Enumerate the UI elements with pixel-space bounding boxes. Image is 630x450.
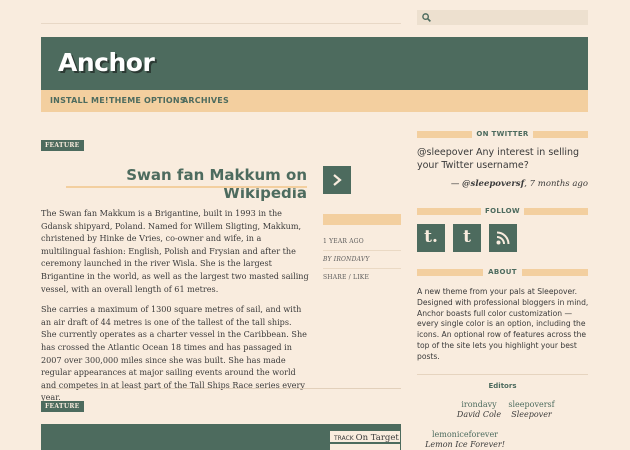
- post-date[interactable]: 1 YEAR AGO: [323, 238, 364, 245]
- tweet-attribution: — @sleepoversf, 7 months ago: [450, 179, 588, 189]
- feature-badge: FEATURE: [41, 401, 84, 412]
- post-author[interactable]: By IRONDAVY: [323, 256, 370, 263]
- post-body: The Swan fan Makkum is a Brigantine, bui…: [41, 207, 309, 412]
- share-like[interactable]: SHARE / LIKE: [323, 274, 369, 281]
- main-nav: INSTALL ME! THEME OPTIONS ARCHIVES: [41, 90, 588, 112]
- site-header: Anchor: [41, 37, 588, 90]
- twitter-icon[interactable]: t: [453, 224, 481, 252]
- sidebar-divider: [417, 374, 588, 375]
- nav-install[interactable]: INSTALL ME!: [50, 96, 109, 105]
- rss-icon[interactable]: [489, 224, 517, 252]
- post-paragraph: The Swan fan Makkum is a Brigantine, bui…: [41, 208, 309, 294]
- track-title: TRACK On Target: [329, 430, 401, 443]
- tweet-handle[interactable]: @sleepoversf: [462, 179, 524, 189]
- post-divider: [41, 388, 401, 389]
- editor-username[interactable]: sleepoversf: [499, 400, 564, 410]
- about-text: A new theme from your pals at Sleepover.…: [417, 287, 589, 361]
- nav-theme-options[interactable]: THEME OPTIONS: [109, 96, 186, 105]
- twitter-heading: ON TWITTER: [417, 130, 588, 139]
- feature-badge: FEATURE: [41, 140, 84, 151]
- track-name[interactable]: On Target: [356, 433, 399, 443]
- meta-divider: [323, 268, 401, 269]
- follow-heading: FOLLOW: [417, 207, 588, 216]
- editor-item[interactable]: sleepoversf Sleepover: [499, 400, 564, 420]
- editor-username[interactable]: lemoniceforever: [410, 430, 520, 440]
- meta-divider: [323, 250, 401, 251]
- track-artist: [329, 443, 401, 450]
- next-post-button[interactable]: [323, 166, 351, 194]
- editor-name: Lemon Ice Forever!: [425, 440, 505, 449]
- tweet-text: @sleepover Any interest in selling your …: [417, 147, 580, 171]
- rss-glyph: [496, 231, 510, 245]
- chevron-right-icon: [333, 174, 342, 186]
- search-icon: [422, 13, 431, 22]
- tumblr-icon[interactable]: t.: [417, 224, 445, 252]
- about-heading: ABOUT: [417, 268, 588, 277]
- editor-item[interactable]: lemoniceforever Lemon Ice Forever!: [410, 430, 520, 450]
- editors-heading: Editors: [488, 382, 517, 390]
- top-divider: [41, 23, 401, 24]
- nav-archives[interactable]: ARCHIVES: [182, 96, 229, 105]
- editor-name: Sleepover: [511, 410, 552, 419]
- track-label: TRACK: [334, 435, 354, 442]
- site-logo[interactable]: Anchor: [58, 48, 155, 77]
- post-title[interactable]: Swan fan Makkum on Wikipedia: [41, 166, 307, 202]
- tweet-time[interactable]: , 7 months ago: [524, 179, 588, 189]
- search-input[interactable]: [417, 10, 588, 25]
- title-underline: [66, 186, 307, 188]
- meta-bar: [323, 214, 401, 225]
